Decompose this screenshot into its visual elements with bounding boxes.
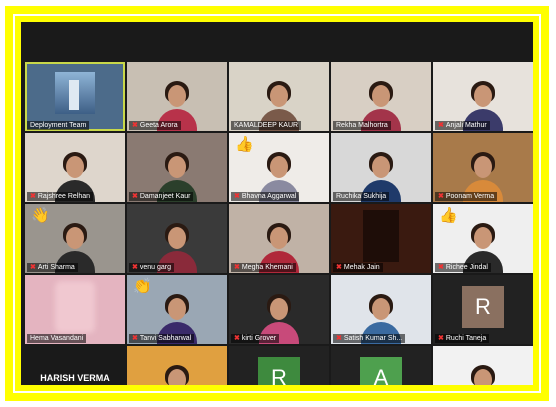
- participant-name: Damanjeet Kaur: [139, 193, 191, 200]
- blurred-video: [55, 281, 95, 333]
- participant-name: Deployment Team: [30, 122, 87, 129]
- participant-tile[interactable]: ✖ venu garg: [127, 204, 227, 273]
- participant-name-label: KAMALDEEP KAUR: [231, 121, 302, 130]
- reaction-icon: 👍: [235, 136, 254, 153]
- participant-name-label: ✖ Richee Jindal: [435, 263, 491, 272]
- participant-name: Ruchika Sukhija: [336, 193, 387, 200]
- participant-name-label: Hema Vasandani: [27, 334, 87, 343]
- participant-name-label: ✖ Damanjeet Kaur: [129, 192, 194, 201]
- participant-name-label: ✖ Rajshree Relhan: [27, 192, 94, 201]
- participant-name: Ruchi Taneja: [445, 335, 487, 342]
- avatar: R: [462, 285, 504, 328]
- participant-name-label: ✖ Poonam Verma: [435, 192, 498, 201]
- participant-tile[interactable]: Deployment Team: [25, 62, 125, 131]
- participant-tile[interactable]: 👏 ✖ Tanvi Sabharwal: [127, 275, 227, 344]
- participant-name-label: ✖ Anjali Mathur: [435, 121, 490, 130]
- participant-tile[interactable]: 👍 ✖ Richee Jindal: [433, 204, 533, 273]
- muted-mic-icon: ✖: [132, 264, 138, 271]
- participant-name: Satish Kumar Sh...: [343, 335, 403, 342]
- participant-tile[interactable]: ✖ Geeta Arora: [127, 62, 227, 131]
- avatar: A: [360, 356, 402, 385]
- participant-tile[interactable]: ✖ Poonam Verma: [433, 133, 533, 202]
- participant-silhouette: [463, 365, 503, 385]
- participant-tile[interactable]: [433, 346, 533, 385]
- participant-name: Tanvi Sabharwal: [139, 335, 192, 342]
- participant-name-label: Rekha Malhortra: [333, 121, 391, 130]
- participant-tile[interactable]: ✖ kirti Grover: [229, 275, 329, 344]
- participant-name: Poonam Verma: [445, 193, 495, 200]
- participant-name: Megha Khemani: [241, 264, 293, 271]
- reaction-icon: 👏: [133, 278, 152, 295]
- participant-name: Rajshree Relhan: [37, 193, 91, 200]
- video-gallery: Deployment Team ✖ Geeta Arora KAMALDEEP KAU…: [21, 22, 533, 385]
- participant-name: Arti Sharma: [37, 264, 75, 271]
- participant-tile[interactable]: ✖ Anjali Mathur: [433, 62, 533, 131]
- participant-tile[interactable]: 👍 ✖ Bhavna Aggarwal: [229, 133, 329, 202]
- participant-tile[interactable]: ✖ Satish Kumar Sh...: [331, 275, 431, 344]
- participant-tile[interactable]: Ruchika Sukhija: [331, 133, 431, 202]
- participant-name-label: ✖ Tanvi Sabharwal: [129, 334, 195, 343]
- participant-name: Mehak Jain: [343, 264, 380, 271]
- highlight-frame: Deployment Team ✖ Geeta Arora KAMALDEEP KAU…: [5, 6, 549, 401]
- participant-grid: Deployment Team ✖ Geeta Arora KAMALDEEP KAU…: [25, 62, 533, 385]
- muted-mic-icon: ✖: [234, 193, 240, 200]
- reaction-icon: 👍: [439, 207, 458, 224]
- muted-mic-icon: ✖: [234, 335, 240, 342]
- participant-name: KAMALDEEP KAUR: [234, 122, 299, 129]
- dark-video: [363, 210, 399, 262]
- muted-mic-icon: ✖: [438, 335, 444, 342]
- participant-name-label: ✖ Bhavna Aggarwal: [231, 192, 300, 201]
- participant-name-display: HARISH VERMA: [40, 372, 110, 383]
- participant-tile[interactable]: KAMALDEEP KAUR: [229, 62, 329, 131]
- participant-tile[interactable]: ✖ Damanjeet Kaur: [127, 133, 227, 202]
- muted-mic-icon: ✖: [30, 193, 36, 200]
- participant-name-label: ✖ Arti Sharma: [27, 263, 78, 272]
- participant-tile[interactable]: ✖ Rajshree Relhan: [25, 133, 125, 202]
- participant-tile[interactable]: ✖ Mehak Jain: [331, 204, 431, 273]
- participant-name-label: ✖ Mehak Jain: [333, 263, 383, 272]
- muted-mic-icon: ✖: [30, 264, 36, 271]
- muted-mic-icon: ✖: [438, 122, 444, 129]
- participant-name: Anjali Mathur: [445, 122, 487, 129]
- participant-name-label: ✖ kirti Grover: [231, 334, 280, 343]
- muted-mic-icon: ✖: [132, 335, 138, 342]
- muted-mic-icon: ✖: [336, 264, 342, 271]
- video-feed: [127, 346, 227, 385]
- participant-tile[interactable]: R: [229, 346, 329, 385]
- participant-name-label: ✖ venu garg: [129, 263, 175, 272]
- participant-name: Rekha Malhortra: [336, 122, 388, 129]
- participant-tile[interactable]: 👋 ✖ Arti Sharma: [25, 204, 125, 273]
- participant-name: venu garg: [139, 264, 172, 271]
- participant-tile[interactable]: Rekha Malhortra: [331, 62, 431, 131]
- participant-silhouette: [157, 365, 197, 385]
- muted-mic-icon: ✖: [234, 264, 240, 271]
- participant-tile[interactable]: HARISH VERMA: [25, 346, 125, 385]
- participant-name: Geeta Arora: [139, 122, 178, 129]
- participant-tile[interactable]: ✖ Megha Khemani: [229, 204, 329, 273]
- participant-name-label: ✖ Satish Kumar Sh...: [333, 334, 406, 343]
- video-feed: [433, 346, 533, 385]
- participant-name-label: Ruchika Sukhija: [333, 192, 390, 201]
- muted-mic-icon: ✖: [132, 193, 138, 200]
- reaction-icon: 👋: [31, 207, 50, 224]
- participant-name-label: ✖ Megha Khemani: [231, 263, 296, 272]
- participant-name-label: Deployment Team: [27, 121, 90, 130]
- participant-name: Hema Vasandani: [30, 335, 84, 342]
- participant-name-label: ✖ Ruchi Taneja: [435, 334, 490, 343]
- muted-mic-icon: ✖: [132, 122, 138, 129]
- participant-tile[interactable]: [127, 346, 227, 385]
- building-image: [55, 72, 95, 114]
- participant-name: Bhavna Aggarwal: [241, 193, 297, 200]
- participant-tile[interactable]: A: [331, 346, 431, 385]
- participant-name: kirti Grover: [241, 335, 277, 342]
- participant-tile[interactable]: Hema Vasandani: [25, 275, 125, 344]
- muted-mic-icon: ✖: [438, 264, 444, 271]
- muted-mic-icon: ✖: [336, 335, 342, 342]
- avatar: R: [258, 356, 300, 385]
- participant-name: Richee Jindal: [445, 264, 488, 271]
- participant-name-label: ✖ Geeta Arora: [129, 121, 181, 130]
- muted-mic-icon: ✖: [438, 193, 444, 200]
- participant-tile[interactable]: R ✖ Ruchi Taneja: [433, 275, 533, 344]
